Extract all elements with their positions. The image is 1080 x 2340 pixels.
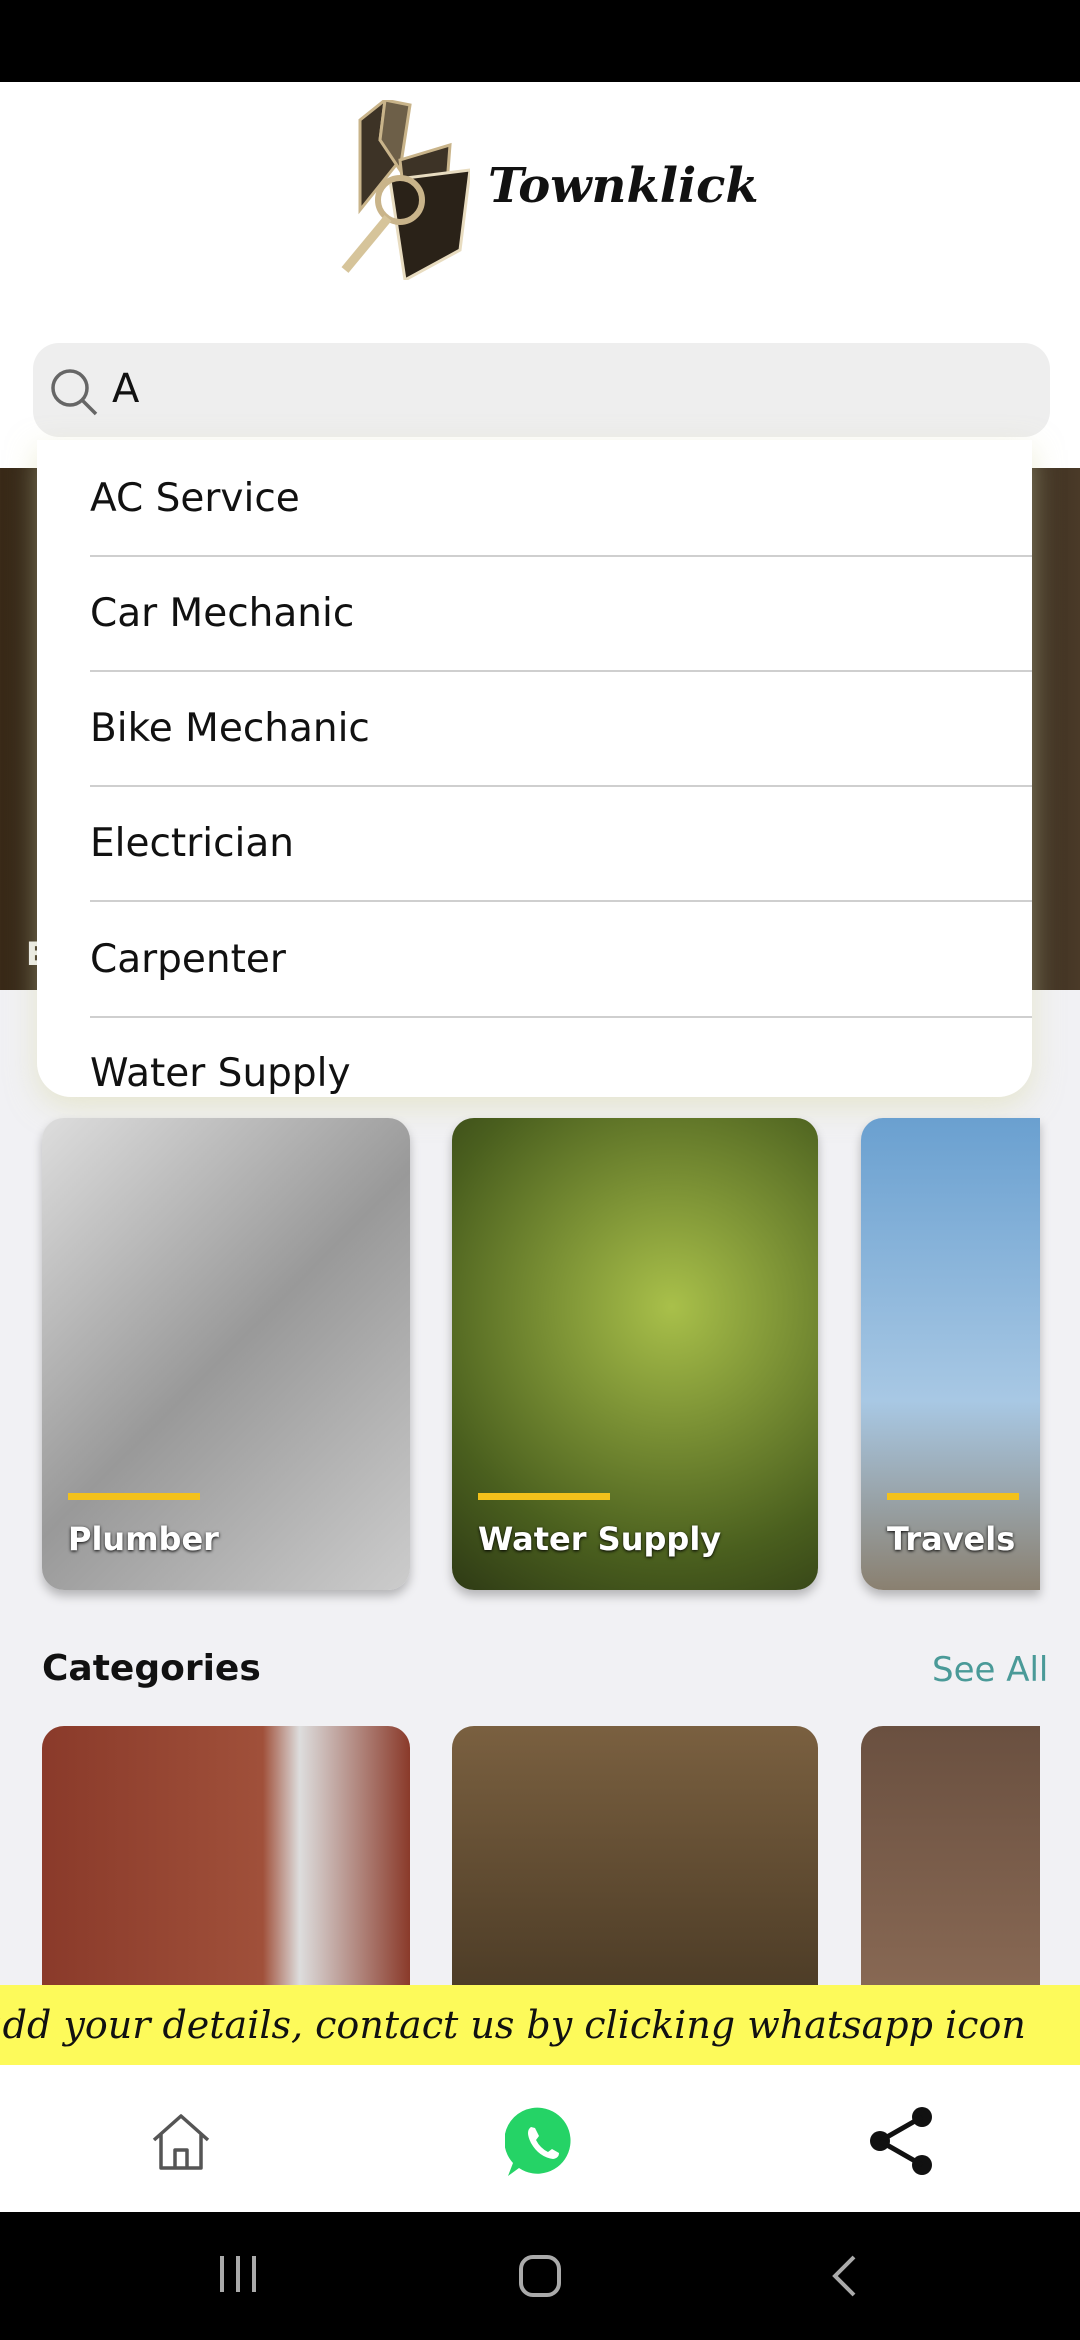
suggestion-item[interactable]: AC Service bbox=[90, 442, 1032, 557]
marquee-text: add your details, contact us by clicking… bbox=[0, 2003, 1026, 2047]
card-accent-bar bbox=[887, 1493, 1019, 1500]
category-card[interactable] bbox=[861, 1726, 1040, 2006]
suggestion-item[interactable]: Water Supply bbox=[90, 1019, 1032, 1097]
suggestion-item[interactable]: Bike Mechanic bbox=[90, 672, 1032, 787]
recent-apps-icon[interactable] bbox=[218, 2254, 260, 2294]
category-card[interactable] bbox=[452, 1726, 818, 2006]
categories-heading: Categories bbox=[42, 1648, 261, 1689]
suggestion-item[interactable]: Car Mechanic bbox=[90, 557, 1032, 672]
brand-name: Townklick bbox=[488, 158, 759, 214]
suggestion-item[interactable]: Electrician bbox=[90, 787, 1032, 902]
card-label: Travels bbox=[887, 1520, 1016, 1558]
featured-card-travels[interactable]: Travels bbox=[861, 1118, 1040, 1590]
home-icon[interactable] bbox=[150, 2112, 212, 2172]
townklick-logo bbox=[341, 100, 470, 280]
search-value[interactable]: A bbox=[112, 366, 139, 412]
card-accent-bar bbox=[478, 1493, 610, 1500]
suggestion-item[interactable]: Carpenter bbox=[90, 903, 1032, 1018]
card-label: Water Supply bbox=[478, 1520, 722, 1558]
card-label: Plumber bbox=[68, 1520, 219, 1558]
search-input[interactable] bbox=[33, 343, 1050, 437]
see-all-link[interactable]: See All bbox=[932, 1650, 1048, 1690]
marquee-banner: add your details, contact us by clicking… bbox=[0, 1985, 1080, 2065]
status-bar bbox=[0, 0, 1080, 82]
search-suggestions: AC Service Car Mechanic Bike Mechanic El… bbox=[37, 440, 1032, 1097]
bottom-nav bbox=[0, 2065, 1080, 2212]
search-icon bbox=[51, 369, 98, 416]
card-accent-bar bbox=[68, 1493, 200, 1500]
whatsapp-icon[interactable] bbox=[505, 2105, 579, 2179]
back-icon[interactable] bbox=[830, 2254, 858, 2298]
featured-card-water-supply[interactable]: Water Supply bbox=[452, 1118, 818, 1590]
featured-card-plumber[interactable]: Plumber bbox=[42, 1118, 410, 1590]
share-icon[interactable] bbox=[866, 2105, 938, 2177]
system-nav-bar bbox=[0, 2212, 1080, 2340]
category-card[interactable] bbox=[42, 1726, 410, 2006]
home-button-icon[interactable] bbox=[518, 2254, 562, 2298]
